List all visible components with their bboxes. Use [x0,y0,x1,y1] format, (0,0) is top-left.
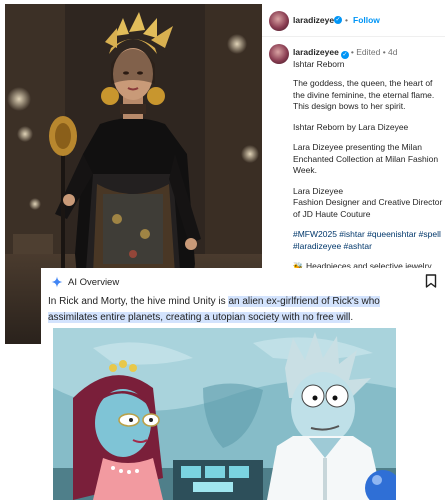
caption-paragraph: Lara Dizeyee Fashion Designer and Creati… [293,185,443,219]
ai-overview-title: AI Overview [68,276,120,288]
caption-avatar[interactable] [269,44,289,64]
separator: • [345,15,348,25]
caption-body: The goddess, the queen, the heart of the… [293,78,443,269]
bookmark-icon[interactable] [425,274,437,288]
verified-badge-icon: ✓ [340,51,349,59]
ai-overview-text: In Rick and Morty, the hive mind Unity i… [48,294,428,326]
ai-text-intro: In Rick and Morty, the hive mind Unity i… [48,296,229,307]
caption-header: laradizeyee ✓ • Edited • 4d [293,47,443,59]
caption-separator: • [350,47,354,57]
avatar[interactable] [269,11,289,31]
caption-title: Ishtar Reborn [293,59,345,69]
post-header: laradizeyee ✓ • Follow [262,4,445,37]
hashtags[interactable]: #MFW2025 #ishtar #queenishtar #spell #la… [293,229,443,252]
cartoon-image [53,328,396,500]
caption-username[interactable]: laradizeyee [293,47,339,57]
post-username[interactable]: laradizeyee [293,15,339,25]
post-sidebar: laradizeyee ✓ • Follow laradizeyee ✓ • Edi… [262,4,445,269]
post-age: 4d [388,47,398,57]
caption-paragraph: Lara Dizeyee presenting the Milan Enchan… [293,142,439,175]
ai-text-end: . [350,312,354,323]
verified-badge-icon: ✓ [334,16,342,24]
caption-paragraph: The goddess, the queen, the heart of the… [293,78,435,111]
ai-sparkle-icon [51,276,63,288]
ai-overview-card: AI Overview In Rick and Morty, the hive … [41,268,445,500]
follow-button[interactable]: Follow [353,15,380,25]
edited-label: Edited [356,47,381,57]
caption-separator: • [382,47,386,57]
ai-overview-header: AI Overview [51,274,119,290]
caption-paragraph: Ishtar Reborn by Lara Dizeyee [293,121,409,132]
